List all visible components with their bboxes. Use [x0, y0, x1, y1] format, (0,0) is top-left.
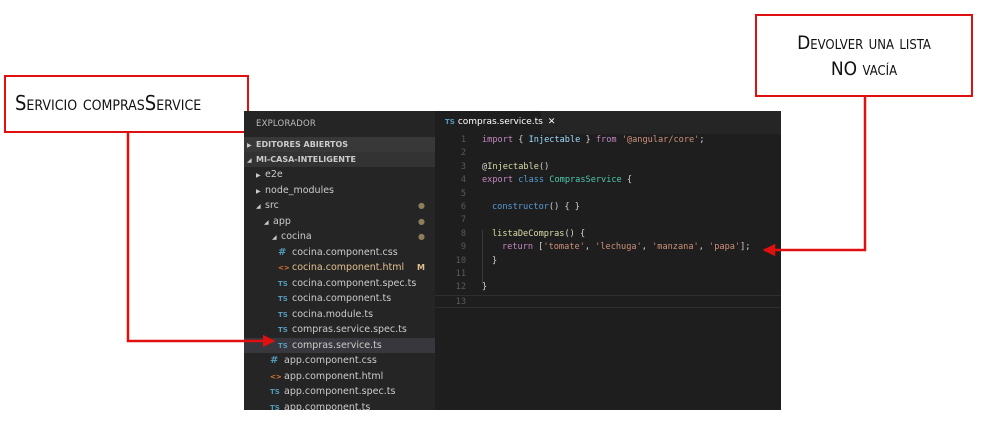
arrow-to-compras-service — [126, 133, 276, 348]
arrow-to-return-line — [762, 97, 867, 257]
callout-arrows — [126, 97, 867, 348]
